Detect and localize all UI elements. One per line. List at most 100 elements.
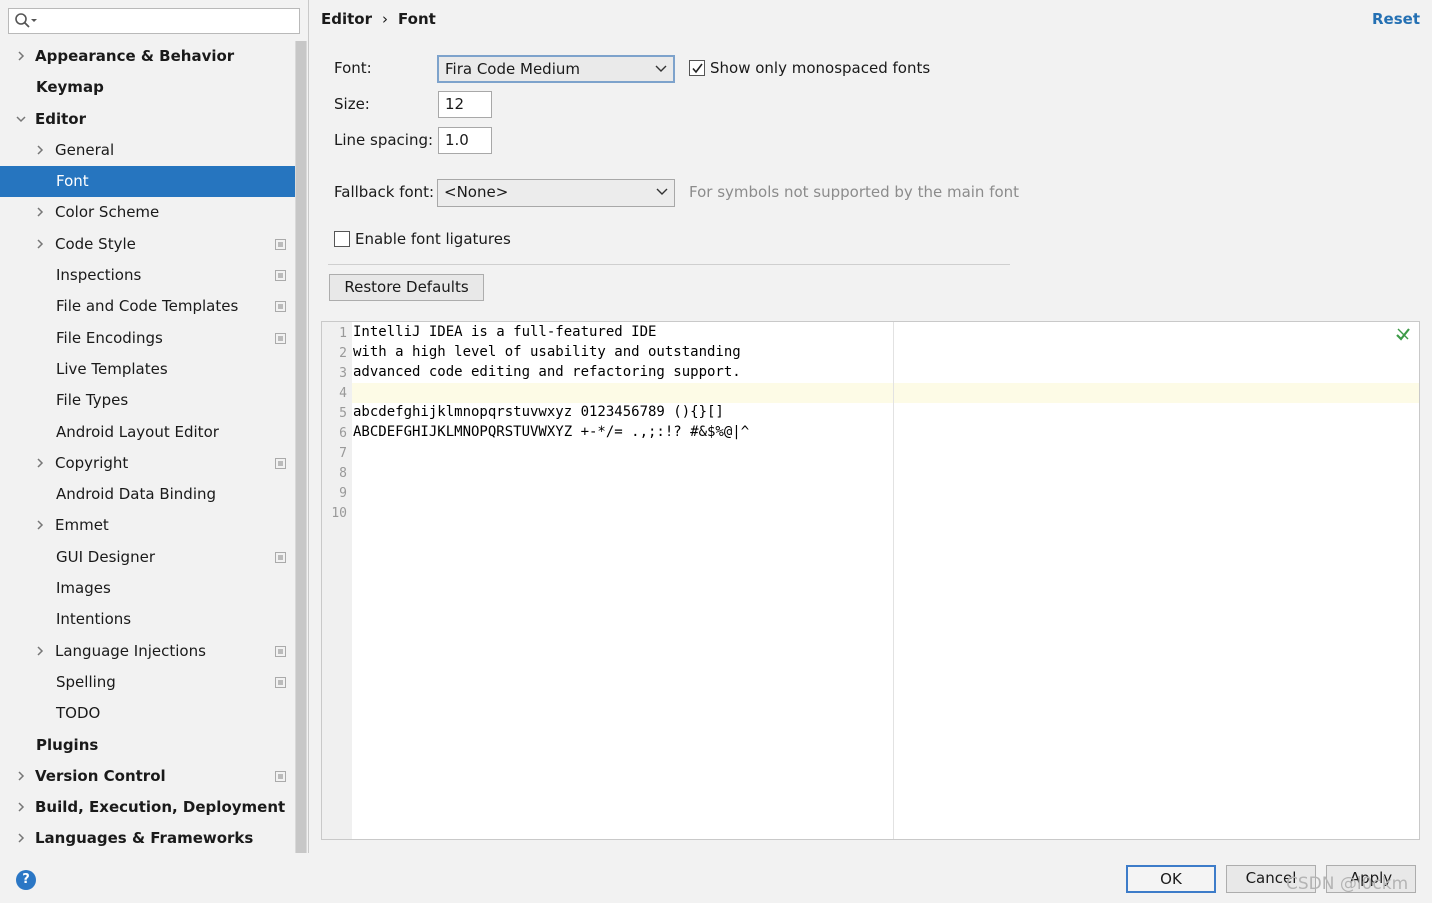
sidebar-item-todo[interactable]: TODO	[0, 698, 295, 729]
sidebar-item-file-encodings[interactable]: File Encodings	[0, 323, 295, 354]
sidebar-item-label: Plugins	[36, 735, 99, 754]
chevron-right-icon[interactable]	[35, 207, 45, 218]
sidebar-item-version-control[interactable]: Version Control	[0, 761, 295, 792]
sidebar-item-label: Emmet	[55, 516, 109, 535]
monospaced-label[interactable]: Show only monospaced fonts	[710, 59, 930, 77]
sidebar-item-label: Intentions	[56, 610, 132, 629]
font-settings-panel: Editor › Font Reset Font: Fira Code Medium…	[310, 0, 1432, 853]
sidebar-item-intentions[interactable]: Intentions	[0, 604, 295, 635]
sidebar-item-appearance-behavior[interactable]: Appearance & Behavior	[0, 41, 295, 72]
chevron-right-icon[interactable]	[16, 771, 26, 781]
sidebar-item-spelling[interactable]: Spelling	[0, 667, 295, 698]
chevron-right-icon[interactable]	[35, 520, 45, 530]
restore-defaults-button[interactable]: Restore Defaults	[329, 274, 484, 301]
code-line: abcdefghijklmnopqrstuvwxyz 0123456789 ()…	[353, 404, 724, 420]
font-combobox[interactable]: Fira Code Medium	[437, 55, 675, 83]
right-margin-guide	[893, 322, 894, 839]
breadcrumb-parent: Editor	[321, 10, 372, 28]
code-line: advanced code editing and refactoring su…	[353, 364, 741, 380]
breadcrumb-current: Font	[398, 10, 436, 28]
ok-button[interactable]: OK	[1126, 865, 1216, 893]
sidebar-item-inspections[interactable]: Inspections	[0, 260, 295, 291]
project-scope-icon	[275, 332, 286, 344]
size-label: Size:	[334, 95, 370, 113]
line-number: 9	[339, 486, 347, 501]
sidebar-item-file-and-code-templates[interactable]: File and Code Templates	[0, 291, 295, 322]
sidebar-item-label: Languages & Frameworks	[35, 829, 254, 848]
sidebar-item-label: Copyright	[55, 453, 129, 472]
line-number: 8	[339, 466, 347, 481]
chevron-right-icon[interactable]	[16, 802, 26, 812]
sidebar-item-live-templates[interactable]: Live Templates	[0, 354, 295, 385]
chevron-down-icon[interactable]	[16, 114, 26, 124]
chevron-right-icon[interactable]	[16, 833, 26, 843]
chevron-right-icon[interactable]	[16, 51, 26, 61]
sidebar-item-copyright[interactable]: Copyright	[0, 448, 295, 479]
sidebar-item-label: Android Data Binding	[56, 485, 217, 504]
sidebar-item-language-injections[interactable]: Language Injections	[0, 636, 295, 667]
chevron-right-icon[interactable]	[35, 239, 45, 249]
sidebar-item-images[interactable]: Images	[0, 573, 295, 604]
sidebar-item-label: File Types	[56, 391, 129, 410]
sidebar-item-languages-frameworks[interactable]: Languages & Frameworks	[0, 823, 295, 854]
checkmark-icon	[692, 63, 703, 74]
font-preview-editor[interactable]: 1 IntelliJ IDEA is a full-featured IDE 2 wi…	[321, 321, 1420, 840]
sidebar-item-label: Spelling	[56, 672, 116, 691]
sidebar-item-color-scheme[interactable]: Color Scheme	[0, 197, 295, 228]
line-spacing-field[interactable]: 1.0	[438, 127, 492, 154]
breadcrumb-separator: ›	[382, 10, 388, 28]
chevron-right-icon[interactable]	[35, 458, 45, 468]
sidebar-item-general[interactable]: General	[0, 135, 295, 166]
line-number: 10	[331, 506, 347, 521]
font-combobox-value: Fira Code Medium	[445, 60, 580, 78]
line-number: 3	[339, 366, 347, 381]
fallback-font-combobox[interactable]: <None>	[437, 179, 675, 207]
line-number: 4	[339, 386, 347, 401]
sidebar-item-plugins[interactable]: Plugins	[0, 730, 295, 761]
settings-search-input[interactable]	[43, 11, 295, 31]
sidebar-item-label: Inspections	[56, 266, 142, 285]
sidebar-item-label: TODO	[56, 704, 101, 723]
monospaced-checkbox[interactable]	[689, 60, 705, 76]
line-number: 1	[339, 326, 347, 341]
project-scope-icon	[275, 457, 286, 469]
sidebar-item-label: File and Code Templates	[56, 297, 239, 316]
line-number: 5	[339, 406, 347, 421]
sidebar-item-android-layout-editor[interactable]: Android Layout Editor	[0, 417, 295, 448]
dialog-footer: ? OK Cancel Apply CSDN @l0ckm	[0, 853, 1432, 903]
help-button[interactable]: ?	[16, 870, 36, 890]
sidebar-item-keymap[interactable]: Keymap	[0, 72, 295, 103]
project-scope-icon	[275, 238, 286, 250]
project-scope-icon	[275, 270, 286, 282]
sidebar-item-label: File Encodings	[56, 328, 163, 347]
chevron-right-icon[interactable]	[35, 145, 45, 155]
sidebar-item-emmet[interactable]: Emmet	[0, 510, 295, 541]
size-field[interactable]: 12	[438, 91, 492, 118]
sidebar-item-font[interactable]: Font	[0, 166, 295, 198]
sidebar-item-file-types[interactable]: File Types	[0, 385, 295, 416]
breadcrumb: Editor › Font	[321, 10, 436, 28]
settings-search-box[interactable]	[8, 8, 300, 34]
settings-sidebar: Appearance & Behavior Keymap Editor General…	[0, 0, 309, 853]
sidebar-item-label: Font	[56, 172, 89, 191]
fallback-font-hint: For symbols not supported by the main fo…	[689, 183, 1020, 201]
ligatures-label[interactable]: Enable font ligatures	[355, 230, 511, 248]
sidebar-item-label: Color Scheme	[55, 203, 160, 222]
project-scope-icon	[275, 770, 286, 782]
sidebar-scrollbar-thumb[interactable]	[296, 41, 306, 853]
sidebar-item-android-data-binding[interactable]: Android Data Binding	[0, 479, 295, 510]
ligatures-checkbox[interactable]	[334, 231, 350, 247]
code-line: IntelliJ IDEA is a full-featured IDE	[353, 324, 657, 340]
sidebar-item-build-execution-deployment[interactable]: Build, Execution, Deployment	[0, 792, 295, 823]
reset-link[interactable]: Reset	[1372, 10, 1420, 28]
sidebar-item-code-style[interactable]: Code Style	[0, 229, 295, 260]
project-scope-icon	[275, 676, 286, 688]
chevron-right-icon[interactable]	[35, 646, 45, 656]
sidebar-scrollbar[interactable]	[295, 41, 307, 853]
code-line: ABCDEFGHIJKLMNOPQRSTUVWXYZ +-*/= .,;:!? …	[353, 424, 750, 440]
sidebar-item-editor[interactable]: Editor	[0, 104, 295, 135]
current-line-highlight	[322, 383, 1419, 403]
sidebar-item-label: Editor	[35, 109, 86, 128]
sidebar-item-gui-designer[interactable]: GUI Designer	[0, 542, 295, 573]
fallback-font-label: Fallback font:	[334, 183, 435, 201]
